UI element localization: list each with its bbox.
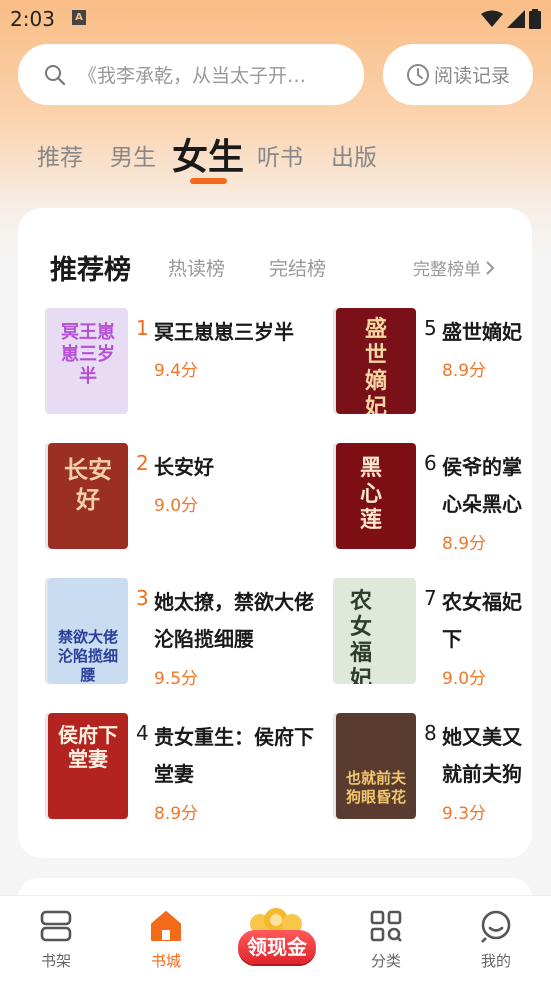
book-score: 8.9分 [442, 361, 487, 381]
cover-title: 冥王崽崽三岁半 [61, 322, 115, 387]
rank-number: 1 [136, 316, 149, 340]
rank-number: 5 [424, 316, 437, 340]
wifi-icon [481, 10, 503, 27]
search-input[interactable]: 《我李承乾，从当太子开… [18, 44, 364, 105]
book-item[interactable]: 农女福妃 7 农女福妃下 9.0分 [336, 578, 532, 689]
clock-icon [406, 63, 429, 86]
tab-recommend-rank[interactable]: 推荐榜 [50, 248, 131, 287]
reading-history-label: 阅读记录 [433, 65, 510, 87]
book-item[interactable]: 长安好 2 长安好 9.0分 [48, 443, 348, 553]
ranking-card: 推荐榜 热读榜 完结榜 完整榜单 冥王崽崽三岁半 1 冥王崽崽三岁半 9.4分 … [18, 208, 532, 858]
rank-number: 2 [136, 451, 149, 475]
nav-cash-reward[interactable]: 领现金 [230, 906, 322, 966]
signal-icon [507, 10, 525, 28]
tab-female[interactable]: 女生 [172, 128, 244, 180]
nav-label: 书架 [40, 952, 71, 970]
cover-title: 也就前夫狗眼昏花 [345, 769, 406, 806]
category-icon [370, 910, 402, 942]
status-bar: 2:03 A [0, 0, 551, 38]
book-cover: 禁欲大佬沦陷揽细腰 [48, 578, 128, 684]
rank-number: 8 [424, 721, 437, 745]
book-cover: 黑心莲 [336, 443, 416, 549]
book-title: 她太撩，禁欲大佬沦陷揽细腰 [154, 590, 314, 651]
cover-title: 农女福妃 [349, 588, 372, 684]
book-score: 8.9分 [442, 534, 487, 554]
tab-recommend[interactable]: 推荐 [37, 138, 83, 172]
store-icon [151, 911, 181, 941]
book-item[interactable]: 也就前夫狗眼昏花 8 她又美又就前夫狗 9.3分 [336, 713, 532, 824]
book-title: 冥王崽崽三岁半 [154, 320, 294, 344]
notification-icon: A [72, 10, 86, 25]
book-cover: 侯府下堂妻 [48, 713, 128, 819]
search-icon [45, 64, 66, 85]
full-list-link[interactable]: 完整榜单 [413, 255, 495, 280]
cover-title: 盛世嫡妃 [364, 316, 387, 414]
chevron-right-icon [486, 260, 495, 275]
tab-publishing[interactable]: 出版 [331, 138, 377, 172]
rank-number: 6 [424, 451, 437, 475]
bottom-nav: 书架 书城 领现金 分类 我的 [0, 895, 551, 981]
book-score: 9.3分 [442, 804, 487, 824]
book-item[interactable]: 禁欲大佬沦陷揽细腰 3 她太撩，禁欲大佬沦陷揽细腰 9.5分 [48, 578, 348, 689]
book-score: 9.4分 [154, 361, 199, 381]
book-item[interactable]: 黑心莲 6 侯爷的掌心朵黑心莲 8.9分 [336, 443, 532, 554]
book-item[interactable]: 盛世嫡妃 5 盛世嫡妃 8.9分 [336, 308, 532, 418]
book-score: 9.0分 [442, 669, 487, 689]
rank-number: 7 [424, 586, 437, 610]
active-tab-indicator [190, 178, 227, 184]
book-cover: 长安好 [48, 443, 128, 549]
bookshelf-icon [40, 910, 72, 942]
cover-title: 侯府下堂妻 [58, 723, 118, 771]
book-title: 盛世嫡妃 [442, 320, 522, 344]
book-item[interactable]: 冥王崽崽三岁半 1 冥王崽崽三岁半 9.4分 [48, 308, 348, 418]
cover-title: 禁欲大佬沦陷揽细腰 [57, 628, 118, 684]
book-title: 侯爷的掌心朵黑心莲 [442, 455, 522, 516]
full-list-label: 完整榜单 [413, 260, 481, 280]
book-cover: 也就前夫狗眼昏花 [336, 713, 416, 819]
rank-number: 4 [136, 721, 149, 745]
nav-bookshelf[interactable]: 书架 [16, 908, 96, 971]
book-title: 贵女重生：侯府下堂妻 [154, 725, 314, 786]
book-title: 长安好 [154, 455, 214, 479]
nav-label: 分类 [370, 952, 401, 970]
nav-profile[interactable]: 我的 [456, 908, 536, 971]
search-placeholder: 《我李承乾，从当太子开… [78, 65, 307, 87]
cash-reward-label: 领现金 [238, 930, 316, 964]
reading-history-button[interactable]: 阅读记录 [383, 44, 533, 105]
status-icons [481, 9, 541, 29]
nav-label: 书城 [150, 952, 181, 970]
nav-label: 我的 [480, 952, 511, 970]
nav-store[interactable]: 书城 [126, 908, 206, 971]
channel-tabs: 推荐 男生 女生 听书 出版 [0, 128, 551, 188]
book-score: 8.9分 [154, 804, 199, 824]
status-time: 2:03 [10, 7, 55, 31]
book-title: 她又美又就前夫狗 [442, 725, 522, 786]
ranking-tabs: 推荐榜 热读榜 完结榜 完整榜单 [18, 208, 532, 308]
book-cover: 盛世嫡妃 [336, 308, 416, 414]
book-cover: 冥王崽崽三岁半 [48, 308, 128, 414]
tab-male[interactable]: 男生 [110, 138, 156, 172]
tab-audiobook[interactable]: 听书 [257, 138, 303, 172]
book-title: 农女福妃下 [442, 590, 522, 651]
book-score: 9.0分 [154, 496, 199, 516]
battery-icon [529, 9, 541, 29]
tab-hot-rank[interactable]: 热读榜 [168, 254, 225, 281]
cover-title: 黑心莲 [359, 455, 382, 533]
book-cover: 农女福妃 [336, 578, 416, 684]
nav-category[interactable]: 分类 [346, 908, 426, 971]
rank-number: 3 [136, 586, 149, 610]
cover-title: 长安好 [64, 455, 112, 514]
book-score: 9.5分 [154, 669, 199, 689]
book-item[interactable]: 侯府下堂妻 4 贵女重生：侯府下堂妻 8.9分 [48, 713, 348, 824]
profile-icon [481, 910, 511, 943]
tab-completed-rank[interactable]: 完结榜 [269, 254, 326, 281]
